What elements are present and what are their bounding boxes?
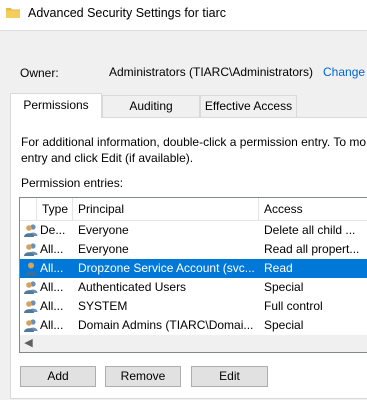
column-header-access[interactable]: Access	[259, 198, 367, 220]
tab-auditing[interactable]: Auditing	[102, 95, 200, 117]
entry-type: All...	[40, 242, 64, 256]
user-icon	[25, 262, 37, 276]
permission-row[interactable]: All... Authenticated Users Special	[20, 278, 367, 297]
permission-entries-label: Permission entries:	[21, 176, 124, 190]
entry-access: Special	[264, 280, 304, 294]
entry-type: All...	[40, 261, 64, 275]
permissions-info-text: For additional information, double-click…	[21, 135, 367, 165]
entry-access: Read	[264, 261, 293, 275]
entry-access: Special	[264, 318, 304, 332]
header-spacer	[20, 198, 37, 220]
entry-type: All...	[40, 299, 64, 313]
edit-button[interactable]: Edit	[191, 366, 268, 387]
users-icon	[24, 224, 38, 237]
owner-value: Administrators (TIARC\Administrators)	[109, 65, 314, 79]
permission-row[interactable]: All... Domain Admins (TIARC\Domai... Spe…	[20, 316, 367, 335]
permission-row[interactable]: De... Everyone Delete all child ...	[20, 221, 367, 240]
window-title: Advanced Security Settings for tiarc	[28, 6, 227, 20]
permission-row-selected[interactable]: All... Dropzone Service Account (svc... …	[20, 259, 367, 278]
entry-principal: Domain Admins (TIARC\Domai...	[78, 318, 254, 332]
permission-row[interactable]: All... Everyone Read all propert...	[20, 240, 367, 259]
users-icon	[24, 281, 38, 294]
entry-principal: Authenticated Users	[78, 280, 187, 294]
tab-permissions[interactable]: Permissions	[10, 93, 102, 118]
users-icon	[24, 300, 38, 313]
entry-access: Full control	[264, 299, 323, 313]
entry-type: All...	[40, 280, 64, 294]
entry-principal: Everyone	[78, 242, 129, 256]
permission-entries-list[interactable]: Type Principal Access De... Everyone Del…	[19, 197, 367, 353]
entry-type: De...	[40, 223, 66, 237]
entry-principal: Dropzone Service Account (svc...	[78, 261, 255, 275]
entry-principal: Everyone	[78, 223, 129, 237]
permission-row[interactable]: All... SYSTEM Full control	[20, 297, 367, 316]
tab-effective-access[interactable]: Effective Access	[200, 95, 297, 117]
column-header-type[interactable]: Type	[37, 198, 73, 220]
owner-label: Owner:	[20, 66, 59, 80]
entry-principal: SYSTEM	[78, 299, 128, 313]
folder-icon	[6, 8, 20, 18]
users-icon	[24, 319, 38, 332]
change-owner-link[interactable]: Change	[323, 65, 365, 79]
list-header: Type Principal Access	[20, 198, 367, 221]
horizontal-scrollbar[interactable]: ◀	[20, 335, 367, 352]
scroll-left-arrow-icon[interactable]: ◀	[20, 335, 37, 352]
entry-type: All...	[40, 318, 64, 332]
entry-access: Delete all child ...	[264, 223, 356, 237]
title-bar: Advanced Security Settings for tiarc	[0, 0, 367, 28]
entry-access: Read all propert...	[264, 242, 360, 256]
remove-button[interactable]: Remove	[105, 366, 181, 387]
add-button[interactable]: Add	[20, 366, 96, 387]
users-icon	[24, 243, 38, 256]
column-header-principal[interactable]: Principal	[73, 198, 259, 220]
